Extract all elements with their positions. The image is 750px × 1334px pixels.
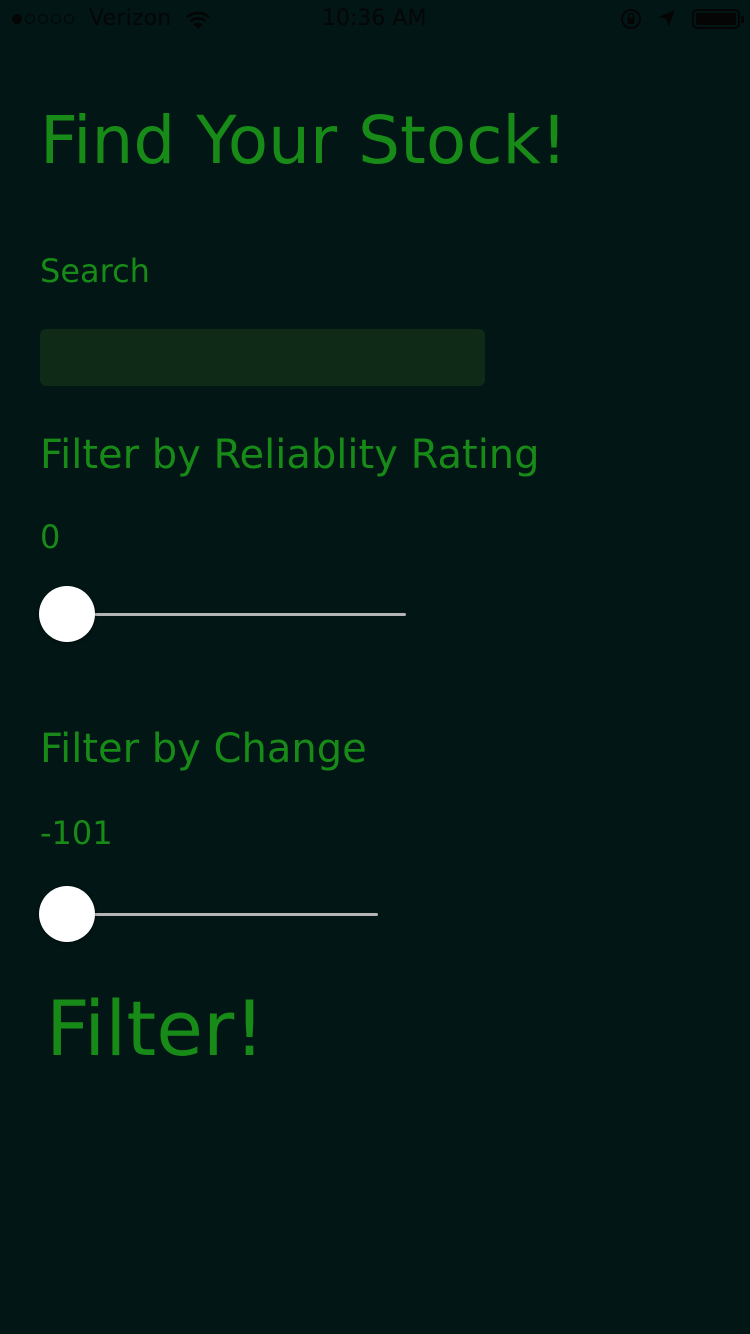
search-label: Search xyxy=(40,252,150,290)
battery-level-fill xyxy=(696,13,736,25)
reliability-slider-thumb[interactable] xyxy=(39,586,95,642)
signal-dot xyxy=(25,14,35,24)
search-input[interactable] xyxy=(40,329,485,386)
status-icons xyxy=(620,8,744,30)
signal-dot xyxy=(12,14,22,24)
change-slider-track[interactable] xyxy=(58,913,378,916)
signal-strength-indicator xyxy=(12,14,74,24)
filter-button[interactable]: Filter! xyxy=(46,984,265,1073)
page-title: Find Your Stock! xyxy=(40,102,568,179)
change-slider[interactable] xyxy=(38,885,380,943)
carrier-name: Verizon xyxy=(89,6,172,31)
reliability-slider[interactable] xyxy=(38,585,408,643)
change-slider-thumb[interactable] xyxy=(39,886,95,942)
signal-dot xyxy=(38,14,48,24)
reliability-slider-track[interactable] xyxy=(58,613,406,616)
reliability-value-label: 0 xyxy=(40,518,61,556)
battery-cap xyxy=(741,16,744,23)
change-value-label: -101 xyxy=(40,814,113,852)
battery-icon xyxy=(692,9,744,29)
orientation-lock-icon xyxy=(621,9,641,29)
change-filter-label: Filter by Change xyxy=(40,726,367,772)
location-arrow-icon xyxy=(659,10,675,27)
signal-dot xyxy=(51,14,61,24)
status-bar: Verizon 10:36 AM xyxy=(0,0,750,40)
wifi-icon xyxy=(186,11,210,29)
reliability-filter-label: Filter by Reliablity Rating xyxy=(40,432,540,478)
status-time: 10:36 AM xyxy=(322,6,427,31)
signal-dot xyxy=(64,14,74,24)
